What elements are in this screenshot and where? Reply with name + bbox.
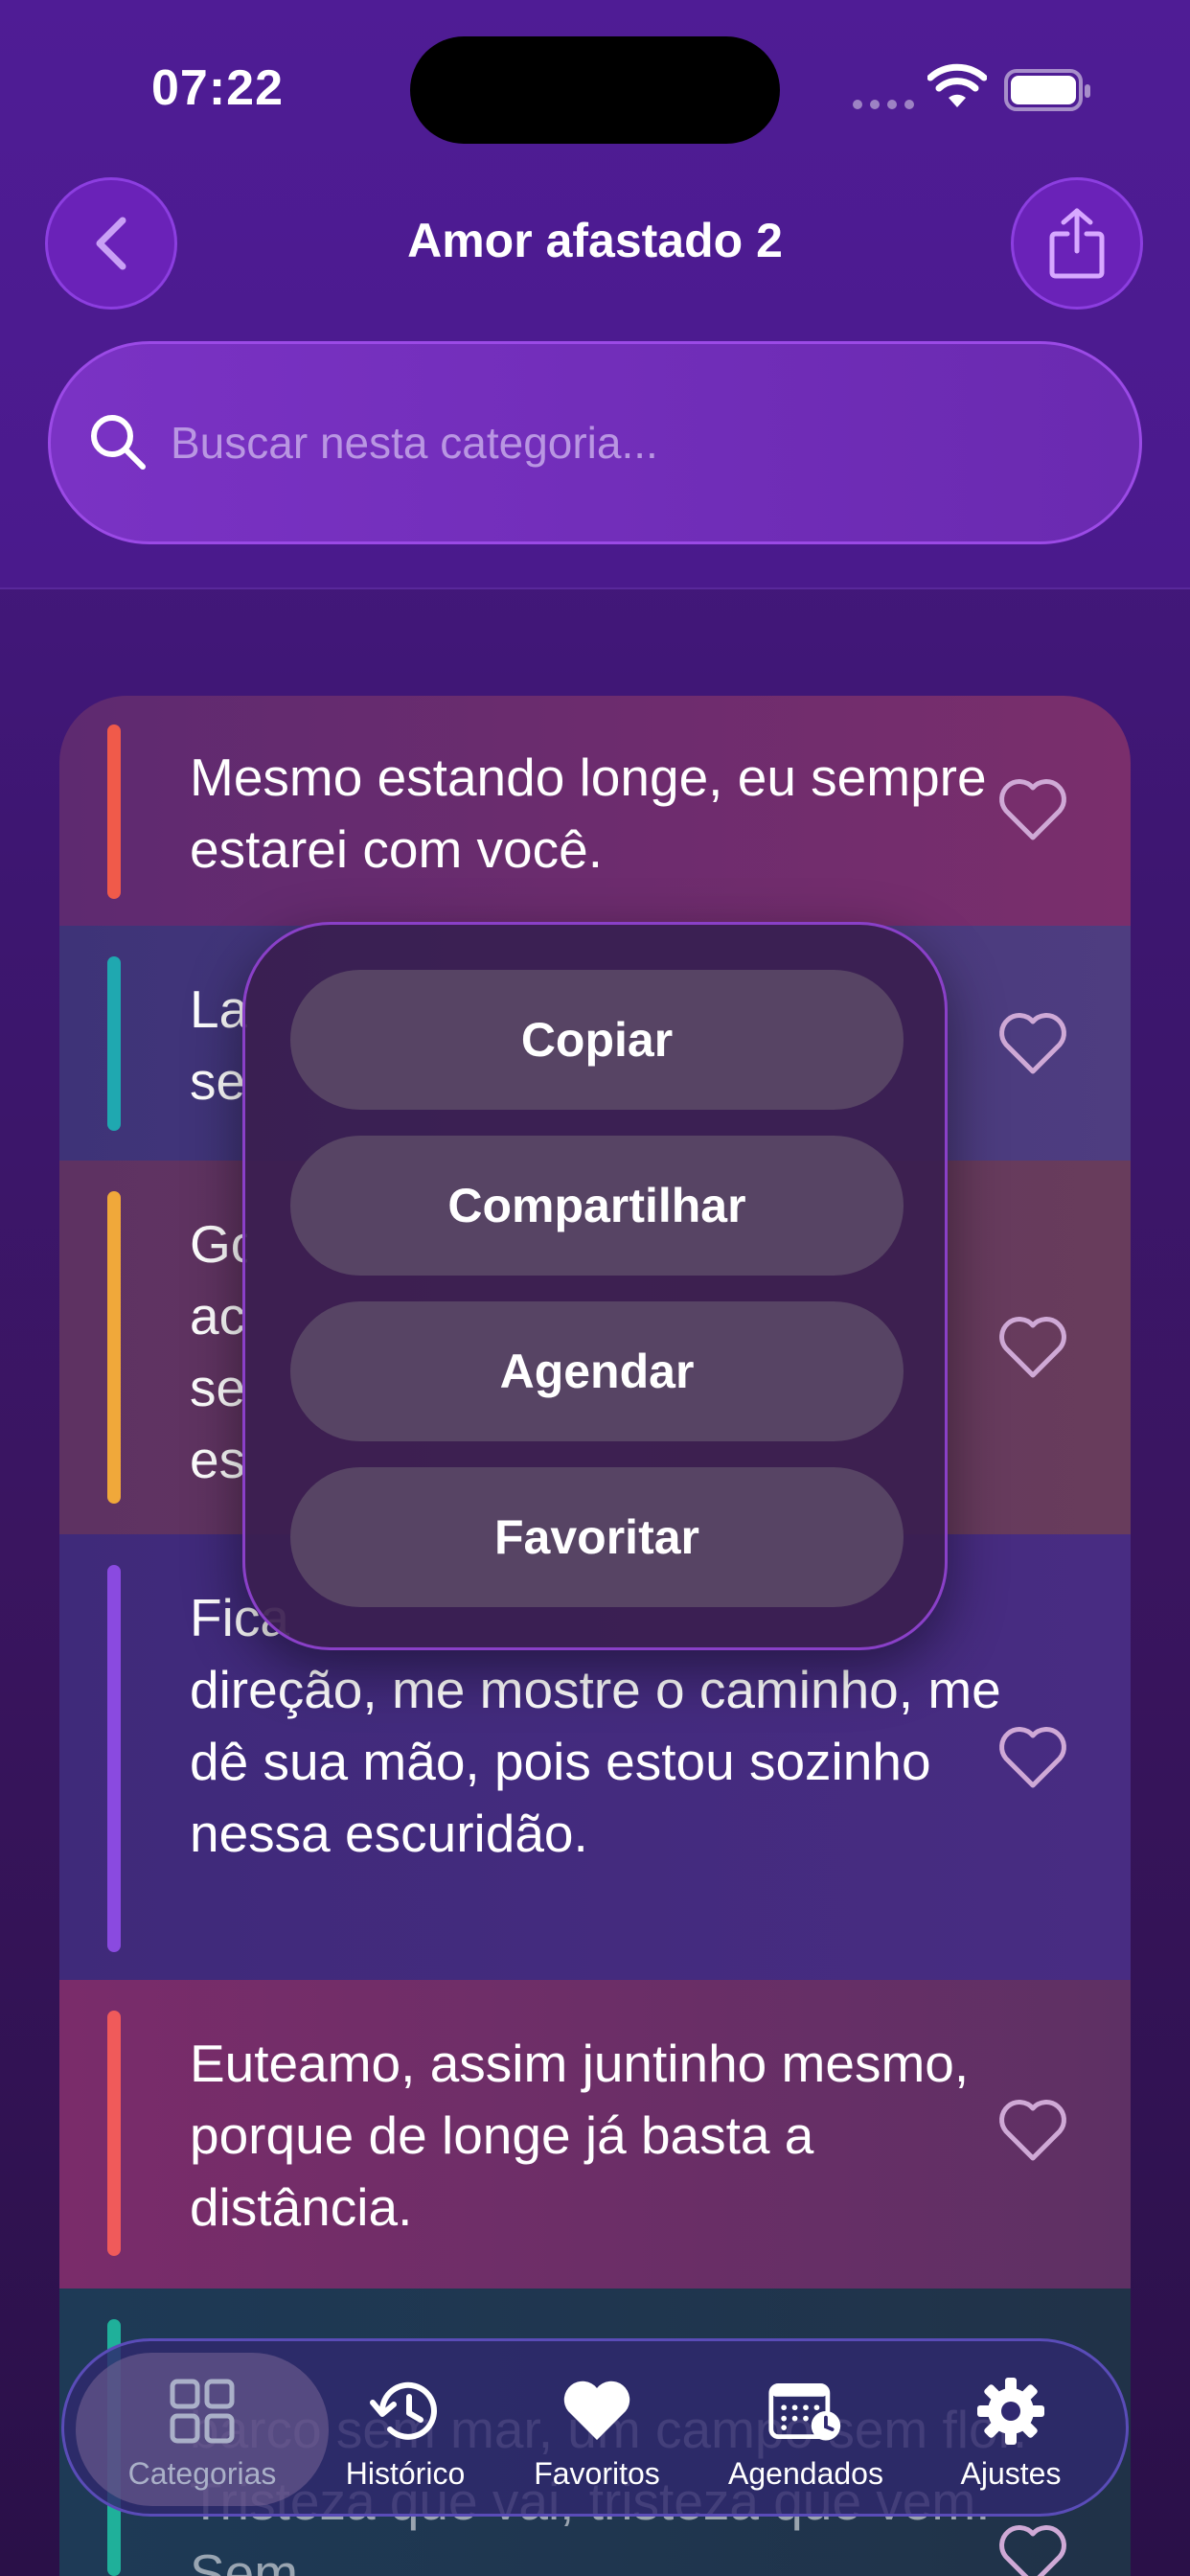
tab-label: Ajustes — [960, 2456, 1062, 2491]
tab-favorites[interactable]: Favoritos — [501, 2341, 693, 2519]
heart-icon[interactable] — [998, 1316, 1067, 1379]
phrase-accent-bar — [107, 956, 121, 1131]
heart-icon[interactable] — [998, 1726, 1067, 1789]
status-bar: 07:22 — [0, 0, 1190, 182]
phrase-accent-bar — [107, 724, 121, 899]
phrase-card[interactable]: Mesmo estando longe, eu sempre estarei c… — [59, 696, 1131, 926]
share-icon — [1049, 208, 1105, 279]
tab-scheduled[interactable]: Agendados — [710, 2341, 902, 2519]
calendar-clock-icon — [768, 2382, 841, 2441]
tab-settings[interactable]: Ajustes — [915, 2341, 1107, 2519]
gear-icon — [977, 2378, 1044, 2445]
share-menu-button[interactable]: Compartilhar — [290, 1136, 904, 1276]
phrase-accent-bar — [107, 1191, 121, 1504]
phrase-text: Mesmo estando longe, eu sempre estarei c… — [190, 748, 987, 879]
share-button[interactable] — [1011, 177, 1143, 310]
phrase-text: La se — [190, 979, 247, 1111]
battery-icon — [1004, 69, 1090, 111]
heart-icon[interactable] — [998, 2099, 1067, 2162]
tab-bar: Categorias Histórico Favoritos Agendados… — [61, 2338, 1129, 2517]
tab-label: Agendados — [728, 2456, 883, 2491]
status-time: 07:22 — [151, 60, 284, 116]
search-icon — [91, 415, 146, 470]
phrase-text: Euteamo, assim juntinho mesmo, porque de… — [190, 2034, 970, 2237]
phrase-card[interactable]: Euteamo, assim juntinho mesmo, porque de… — [59, 1980, 1131, 2288]
search-bar[interactable] — [48, 341, 1142, 544]
heart-icon[interactable] — [998, 1012, 1067, 1075]
heart-icon[interactable] — [998, 2524, 1067, 2576]
favorite-button[interactable]: Favoritar — [290, 1467, 904, 1607]
schedule-button[interactable]: Agendar — [290, 1301, 904, 1441]
wifi-icon — [927, 63, 987, 107]
phrase-accent-bar — [107, 1565, 121, 1952]
tab-categories[interactable]: Categorias — [106, 2341, 298, 2519]
context-menu: Copiar Compartilhar Agendar Favoritar — [242, 922, 948, 1650]
grid-icon — [170, 2379, 235, 2444]
search-input[interactable] — [171, 344, 1090, 541]
history-icon — [370, 2381, 437, 2440]
copy-button[interactable]: Copiar — [290, 970, 904, 1110]
tab-history[interactable]: Histórico — [309, 2341, 501, 2519]
tab-label: Histórico — [345, 2456, 466, 2491]
dynamic-island — [410, 36, 780, 144]
heart-filled-icon — [563, 2380, 630, 2440]
cellular-signal-icon — [853, 100, 914, 109]
heart-icon[interactable] — [998, 778, 1067, 841]
phrase-text: Go ac se es — [190, 1214, 247, 1489]
phrase-accent-bar — [107, 2011, 121, 2256]
tab-label: Categorias — [127, 2456, 277, 2491]
tab-label: Favoritos — [534, 2456, 660, 2491]
